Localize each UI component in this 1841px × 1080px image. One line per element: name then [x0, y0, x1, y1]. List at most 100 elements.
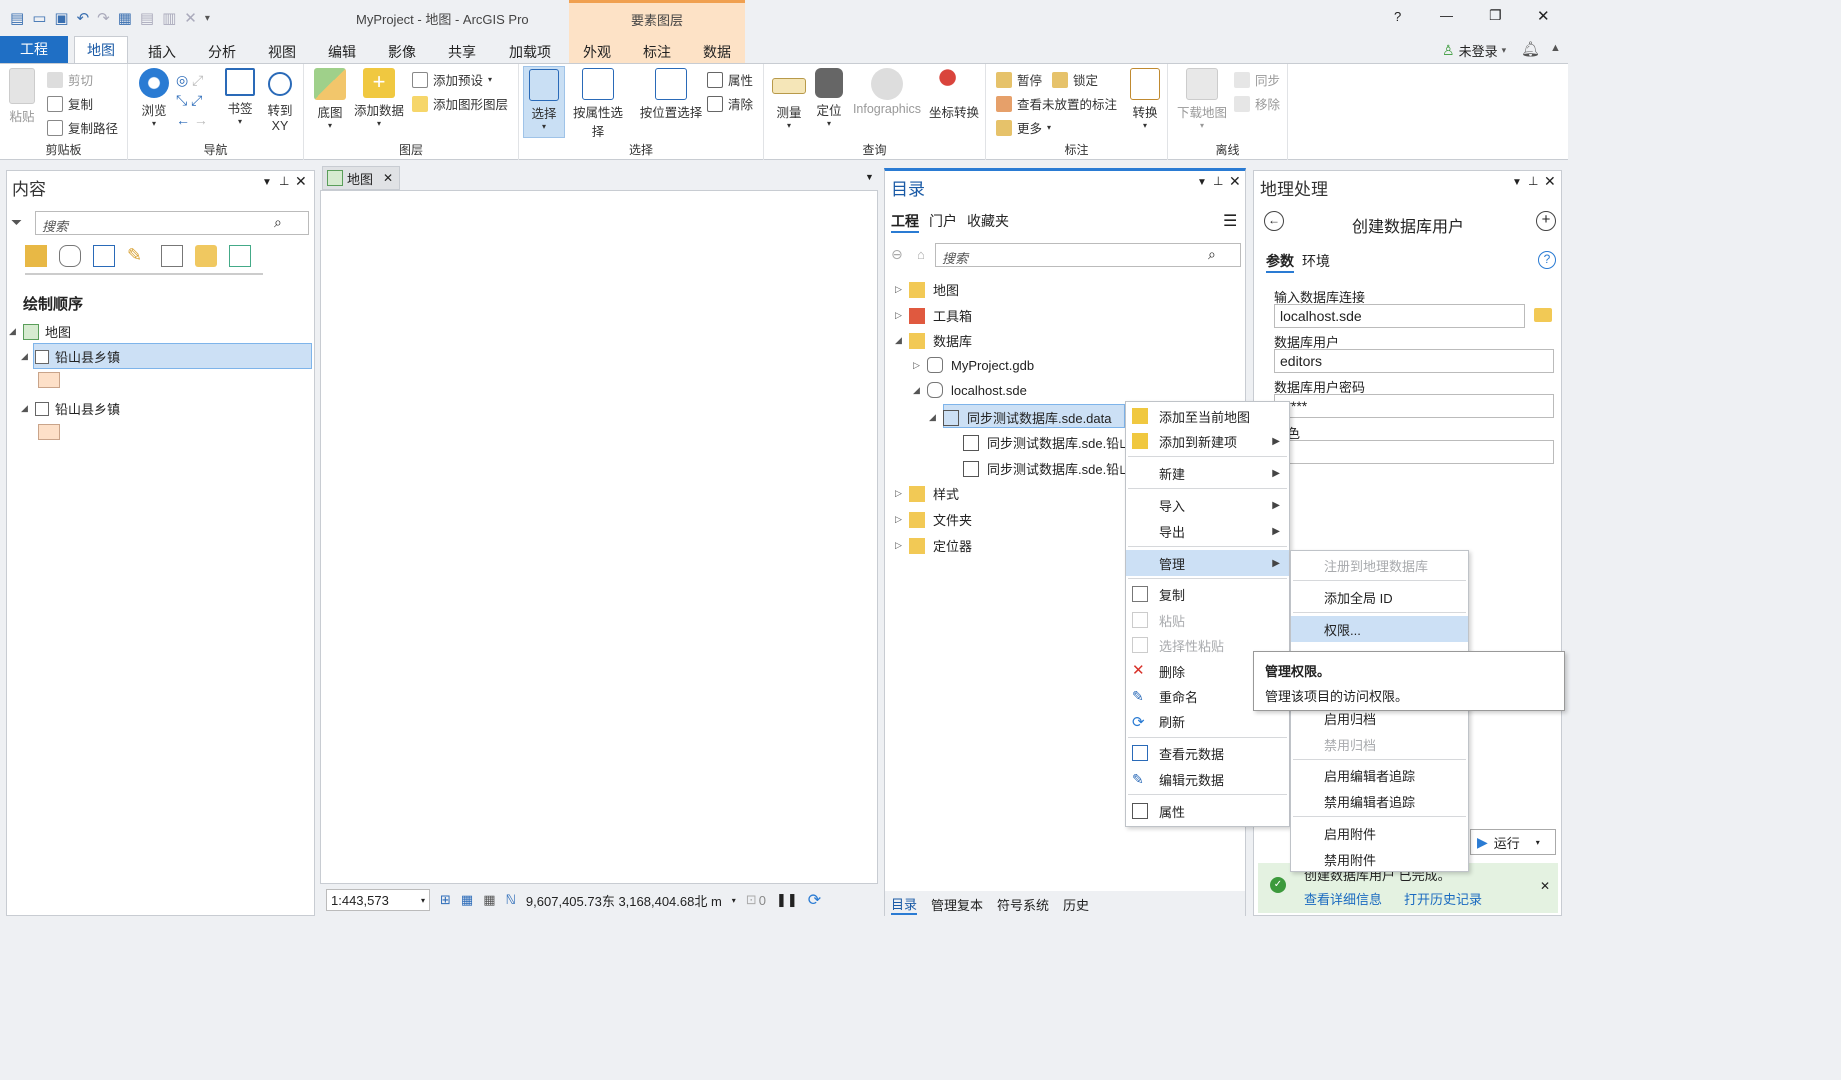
save-icon[interactable]: ▣: [54, 9, 68, 27]
redo-icon[interactable]: ↷: [97, 9, 110, 27]
fixed-zoom-icon[interactable]: ⤢: [191, 92, 202, 108]
attributes-button[interactable]: 属性: [707, 70, 753, 89]
basemap-button[interactable]: 底图 ▾: [310, 68, 350, 130]
gp-tab-parameters[interactable]: 参数: [1266, 251, 1294, 273]
goto-xy-button[interactable]: 转到 XY: [262, 68, 298, 133]
pause-labels-button[interactable]: 暂停: [996, 70, 1042, 89]
close-pane-icon[interactable]: ✕: [1229, 173, 1241, 190]
collapse-ribbon-icon[interactable]: ▲: [1550, 42, 1561, 54]
help-button[interactable]: ?: [1394, 9, 1401, 24]
select-by-location-button[interactable]: 按位置选择: [635, 68, 707, 121]
submenu-enable-editor-tracking[interactable]: 启用编辑者追踪: [1291, 763, 1468, 788]
catalog-search-input[interactable]: 搜索: [942, 248, 968, 267]
layer-node-2[interactable]: ◢ 铅山县乡镇: [21, 399, 120, 418]
open-icon[interactable]: ▭: [32, 9, 46, 27]
layer-node-1[interactable]: ◢ 铅山县乡镇: [21, 347, 120, 366]
paste-button[interactable]: 粘贴: [4, 68, 40, 125]
menu-item-export[interactable]: 导出 ▶: [1126, 519, 1289, 544]
bookmarks-button[interactable]: 书签 ▾: [222, 68, 258, 126]
back-circle-icon[interactable]: ←: [1264, 211, 1284, 231]
close-button[interactable]: ✕: [1537, 7, 1550, 25]
pin-icon[interactable]: ⊥: [279, 174, 289, 188]
tab-project[interactable]: 工程: [0, 36, 68, 63]
bottom-tab-replicas[interactable]: 管理复本: [931, 895, 983, 914]
bottom-tab-symbology[interactable]: 符号系统: [997, 895, 1049, 914]
clear-selection-button[interactable]: 清除: [707, 94, 753, 113]
submenu-privileges[interactable]: 权限...: [1291, 616, 1468, 642]
snapping-icon[interactable]: [161, 245, 183, 267]
tab-edit[interactable]: 编辑: [328, 42, 356, 62]
home-icon[interactable]: ⌂: [917, 247, 925, 262]
tab-labeling[interactable]: 标注: [643, 42, 671, 62]
draw-order-icon[interactable]: [25, 245, 47, 267]
tab-list-icon[interactable]: ▼: [865, 172, 874, 182]
contents-search-input[interactable]: 搜索: [42, 216, 68, 235]
selection-list-icon[interactable]: [93, 245, 115, 267]
table-icon[interactable]: ▦: [118, 9, 132, 27]
submenu-enable-attachments[interactable]: 启用附件: [1291, 821, 1468, 846]
catalog-item-gdb[interactable]: ▷ MyProject.gdb: [913, 357, 1034, 373]
copy-path-button[interactable]: 复制路径: [47, 118, 118, 137]
cancel-icon[interactable]: ✕: [184, 9, 197, 27]
help-icon[interactable]: ?: [1538, 251, 1556, 269]
submenu-disable-archiving[interactable]: 禁用归档: [1291, 732, 1468, 757]
table-icon[interactable]: ▦: [461, 892, 473, 908]
locate-button[interactable]: 定位 ▾: [812, 68, 846, 128]
customize-icon[interactable]: ▾: [205, 13, 210, 24]
labeling-icon[interactable]: [195, 245, 217, 267]
maximize-button[interactable]: ❐: [1489, 7, 1502, 24]
add-data-button[interactable]: + 添加数据 ▾: [352, 68, 406, 128]
pin-icon[interactable]: ⊥: [1213, 174, 1223, 188]
menu-item-copy[interactable]: 复制: [1126, 582, 1289, 607]
copy-button[interactable]: 复制: [47, 94, 93, 113]
catalog-tab-portal[interactable]: 门户: [929, 211, 957, 231]
snap-grid-icon[interactable]: ▦: [483, 892, 495, 908]
infographics-button[interactable]: Infographics: [850, 68, 924, 116]
bottom-tab-history[interactable]: 历史: [1063, 895, 1089, 914]
menu-item-import[interactable]: 导入 ▶: [1126, 493, 1289, 518]
catalog-item-maps[interactable]: ▷ 地图: [895, 280, 959, 299]
catalog-search-box[interactable]: 搜索 ⌕: [935, 243, 1241, 267]
sync-button[interactable]: 同步: [1234, 70, 1280, 89]
close-pane-icon[interactable]: ✕: [1544, 173, 1556, 190]
menu-item-add-to-new[interactable]: 添加到新建项 ▶: [1126, 429, 1289, 454]
convert-coordinates-button[interactable]: 坐标转换: [926, 68, 982, 121]
menu-item-manage[interactable]: 管理 ▶: [1126, 550, 1289, 576]
map-canvas[interactable]: [320, 190, 878, 884]
remove-button[interactable]: 移除: [1234, 94, 1280, 113]
grid-icon[interactable]: ⊞: [440, 892, 451, 908]
more-labels-button[interactable]: 更多 ▾: [996, 118, 1051, 137]
menu-item-properties[interactable]: 属性: [1126, 799, 1289, 824]
pane-menu-icon[interactable]: ▼: [262, 177, 272, 188]
add-graphics-layer-button[interactable]: 添加图形图层: [412, 94, 508, 113]
account-area[interactable]: ♙ 未登录 ▾: [1442, 41, 1506, 60]
submenu-add-global-id[interactable]: 添加全局 ID: [1291, 585, 1468, 610]
north-arrow-icon[interactable]: ℕ: [506, 892, 516, 908]
measure-button[interactable]: 测量 ▾: [768, 68, 810, 130]
catalog-item-dataset[interactable]: ◢ 同步测试数据库.sde.data: [929, 408, 1112, 427]
layer-symbol-2[interactable]: [38, 424, 60, 440]
password-field[interactable]: *****: [1274, 394, 1554, 418]
new-project-icon[interactable]: ▤: [10, 9, 24, 27]
catalog-item-locators[interactable]: ▷ 定位器: [895, 536, 972, 555]
catalog-item-styles[interactable]: ▷ 样式: [895, 484, 959, 503]
tab-appearance[interactable]: 外观: [583, 42, 611, 62]
role-field[interactable]: [1274, 440, 1554, 464]
download-map-button[interactable]: 下载地图 ▾: [1174, 68, 1230, 130]
paste-icon[interactable]: ▥: [162, 9, 176, 27]
catalog-item-databases[interactable]: ◢ 数据库: [895, 331, 972, 350]
bottom-tab-catalog[interactable]: 目录: [891, 894, 918, 915]
menu-item-refresh[interactable]: ⟳ 刷新: [1126, 709, 1289, 734]
lock-labels-button[interactable]: 锁定: [1052, 70, 1098, 89]
visibility-checkbox[interactable]: [35, 401, 49, 416]
map-view-tab[interactable]: 地图 ✕: [322, 166, 400, 190]
selection-icon[interactable]: ⊡: [746, 892, 757, 908]
zoom-icon[interactable]: ⤢: [192, 72, 203, 88]
gp-tab-environments[interactable]: 环境: [1302, 251, 1330, 271]
select-button[interactable]: 选择 ▾: [523, 66, 565, 138]
view-details-link[interactable]: 查看详细信息: [1304, 889, 1382, 908]
submenu-disable-editor-tracking[interactable]: 禁用编辑者追踪: [1291, 789, 1468, 814]
tab-addins[interactable]: 加载项: [509, 42, 551, 62]
editing-icon[interactable]: ✎: [127, 245, 149, 267]
minimize-button[interactable]: —: [1440, 8, 1453, 23]
